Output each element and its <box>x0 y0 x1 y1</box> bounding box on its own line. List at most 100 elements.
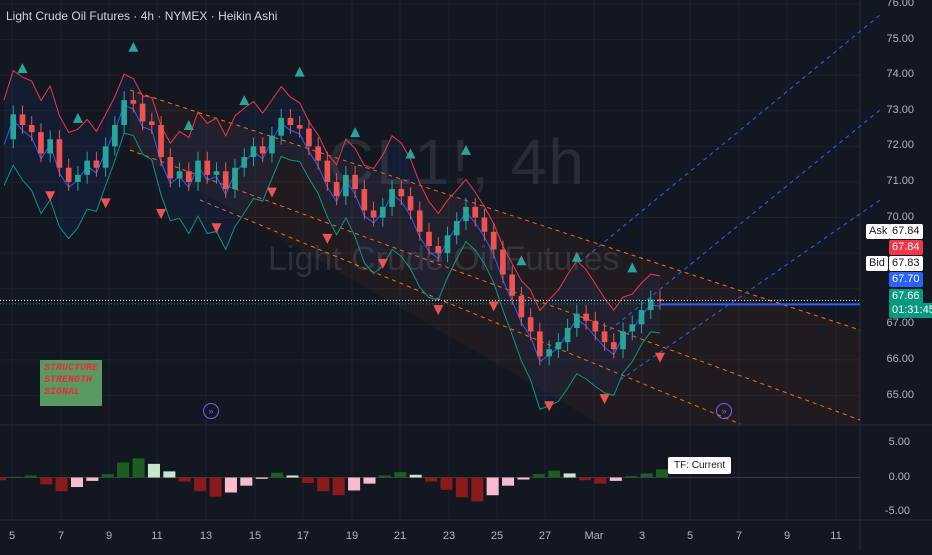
oscillator-bar <box>40 477 53 485</box>
candle-body <box>564 327 571 343</box>
candle-body <box>149 121 155 126</box>
jump-forward-icon-2[interactable]: » <box>716 403 732 419</box>
oscillator-bar <box>55 477 68 492</box>
candle-body <box>19 114 26 126</box>
oscillator-bar <box>9 476 22 478</box>
oscillator-bar <box>563 473 576 478</box>
candle-body <box>28 125 35 133</box>
time-tick-label: 11 <box>830 530 842 542</box>
oscillator-bar <box>502 477 515 486</box>
oscillator-bar <box>132 458 145 478</box>
price-tick-label: 76.00 <box>886 0 914 9</box>
candle-body <box>453 221 460 236</box>
candle-body <box>583 313 589 321</box>
oscillator-bar <box>548 470 561 478</box>
oscillator-bar <box>486 477 499 496</box>
oscillator-bar <box>455 477 468 498</box>
candle-body <box>47 139 54 154</box>
candle-body <box>93 160 100 168</box>
candle-body <box>213 171 220 175</box>
candle-body <box>610 342 617 350</box>
oscillator-bar <box>240 477 253 486</box>
price-tick-label: 72.00 <box>886 139 914 152</box>
oscillator-bar <box>440 477 453 490</box>
candle-body <box>102 146 109 168</box>
candle-body <box>287 117 294 126</box>
jump-forward-icon[interactable]: » <box>203 403 219 419</box>
candle-body <box>574 313 580 328</box>
symbol-watermark: CL1!, 4h <box>328 126 586 198</box>
oscillator-bar <box>24 475 37 478</box>
oscillator-bar <box>178 477 191 482</box>
time-tick-label: 17 <box>296 530 310 542</box>
oscillator-bar <box>471 477 484 502</box>
oscillator-bar <box>517 477 530 480</box>
candle-body <box>546 349 552 357</box>
countdown-tag: 01:31:45 <box>889 303 932 318</box>
candle-body <box>84 160 90 175</box>
price-tick-label: 65.00 <box>886 388 914 401</box>
oscillator-bar <box>86 477 99 481</box>
oscillator-bar <box>594 477 607 484</box>
oscillator-bar <box>70 477 83 488</box>
time-tick-label: 23 <box>442 530 456 542</box>
candle-body <box>259 146 266 154</box>
legend-line-structure: STRUCTURE <box>44 363 99 374</box>
candle-body <box>278 117 285 136</box>
oscillator-tick-label: -5.00 <box>884 504 910 517</box>
structure-legend: STRUCTURE STRENGTH SIGNAL <box>40 360 102 406</box>
candle-body <box>167 157 174 179</box>
oscillator-bar <box>317 477 330 492</box>
legend-line-strength: STRENGTH <box>44 375 93 386</box>
oscillator-bar <box>255 477 268 479</box>
time-tick-label: 15 <box>248 530 262 542</box>
candle-body <box>158 125 164 158</box>
candle-body <box>315 146 321 161</box>
candle-body <box>56 139 63 168</box>
candle-body <box>620 331 626 350</box>
time-tick-label: 5 <box>686 530 694 542</box>
time-tick-label: 27 <box>538 530 552 542</box>
oscillator-bar <box>224 477 237 493</box>
candle-body <box>629 324 636 332</box>
candle-body <box>121 100 127 126</box>
candle-body <box>518 295 525 318</box>
oscillator-bar <box>163 471 176 478</box>
oscillator-bar <box>194 477 207 492</box>
time-tick-label: 5 <box>8 530 16 542</box>
bid-value: 67.83 <box>889 256 923 271</box>
oscillator-bar <box>579 477 592 481</box>
time-tick-label: 19 <box>345 530 359 542</box>
oscillator-bar <box>0 477 7 481</box>
price-tick-label: 70.00 <box>886 210 914 223</box>
candle-body <box>204 160 211 175</box>
oscillator-bar <box>609 477 622 481</box>
candle-body <box>185 171 192 182</box>
candle-body <box>250 146 257 158</box>
legend-line-signal: SIGNAL <box>44 387 81 398</box>
time-tick-label: 3 <box>638 530 646 542</box>
time-tick-label: 25 <box>490 530 504 542</box>
oscillator-tick-label: 0.00 <box>888 470 910 483</box>
oscillator-bar <box>101 474 114 478</box>
candle-body <box>232 167 238 190</box>
oscillator-tick-label: 5.00 <box>888 436 910 449</box>
candle-body <box>38 132 44 154</box>
candle-body <box>555 342 562 350</box>
time-tick-label: 7 <box>57 530 65 542</box>
oscillator-bar <box>655 469 669 478</box>
chart-title: Light Crude Oil Futures · 4h · NYMEX · H… <box>6 9 278 23</box>
candle-body <box>241 157 248 168</box>
candle-body <box>638 310 645 325</box>
candle-body <box>481 217 488 232</box>
price-tick-label: 73.00 <box>886 103 914 116</box>
oscillator-bar <box>332 477 345 496</box>
time-tick-label: 21 <box>393 530 407 542</box>
oscillator-bar <box>394 472 407 478</box>
candle-body <box>416 210 423 232</box>
time-tick-label: 7 <box>735 530 743 542</box>
oscillator-bar <box>271 472 284 478</box>
candle-body <box>10 114 17 140</box>
candle-body <box>537 331 543 357</box>
candle-body <box>139 103 146 122</box>
